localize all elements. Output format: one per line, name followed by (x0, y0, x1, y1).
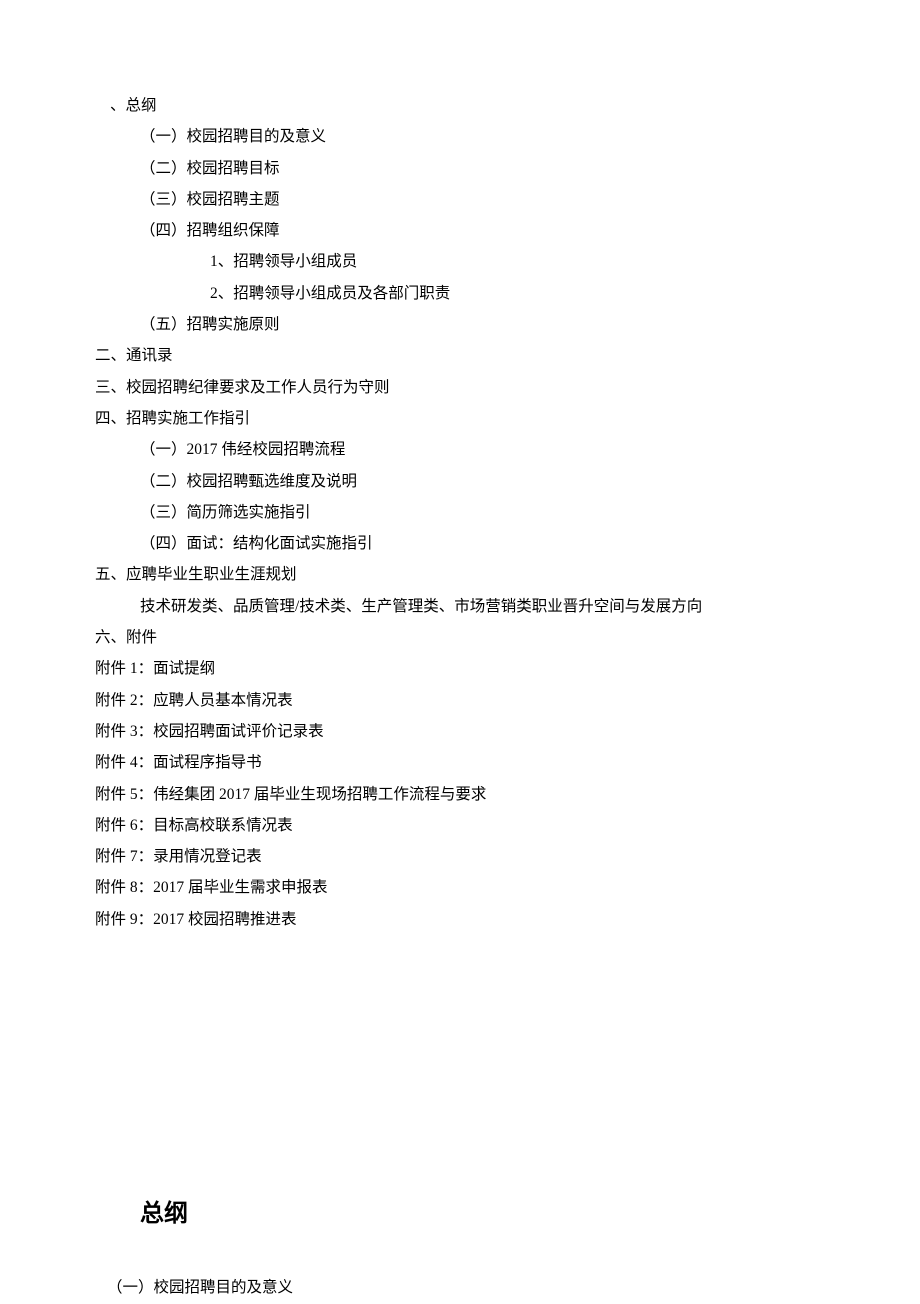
toc-item: （三）简历筛选实施指引 (140, 497, 825, 528)
toc-attachment: 附件 2：应聘人员基本情况表 (95, 685, 825, 716)
toc-section-3: 三、校园招聘纪律要求及工作人员行为守则 (95, 372, 825, 403)
toc-item: （三）校园招聘主题 (140, 184, 825, 215)
toc-item: （五）招聘实施原则 (140, 309, 825, 340)
toc-item: （一）2017 伟经校园招聘流程 (140, 434, 825, 465)
toc-attachment: 附件 4：面试程序指导书 (95, 747, 825, 778)
toc-attachment: 附件 7：录用情况登记表 (95, 841, 825, 872)
toc-item: （二）校园招聘甄选维度及说明 (140, 466, 825, 497)
toc-section-6: 六、附件 (95, 622, 825, 653)
toc-attachment: 附件 3：校园招聘面试评价记录表 (95, 716, 825, 747)
toc-section-5: 五、应聘毕业生职业生涯规划 (95, 559, 825, 590)
toc-item-desc: 技术研发类、品质管理/技术类、生产管理类、市场营销类职业晋升空间与发展方向 (140, 591, 825, 622)
toc-item: （四）招聘组织保障 (140, 215, 825, 246)
toc-attachment: 附件 6：目标高校联系情况表 (95, 810, 825, 841)
toc-item: （四）面试：结构化面试实施指引 (140, 528, 825, 559)
toc-subitem: 1、招聘领导小组成员 (210, 246, 825, 277)
section-title-zonggang: 总纲 (140, 1190, 825, 1238)
toc-subitem: 2、招聘领导小组成员及各部门职责 (210, 278, 825, 309)
toc-section-2: 二、通讯录 (95, 340, 825, 371)
toc-attachment: 附件 9：2017 校园招聘推进表 (95, 904, 825, 935)
toc-attachment: 附件 8：2017 届毕业生需求申报表 (95, 872, 825, 903)
toc-item: （二）校园招聘目标 (140, 153, 825, 184)
subsection-heading: （一）校园招聘目的及意义 (107, 1272, 825, 1303)
toc-attachment: 附件 1：面试提纲 (95, 653, 825, 684)
toc-section-4: 四、招聘实施工作指引 (95, 403, 825, 434)
page-spacer (95, 935, 825, 1189)
toc-section-1: 、总纲 (110, 90, 825, 121)
toc-attachment: 附件 5：伟经集团 2017 届毕业生现场招聘工作流程与要求 (95, 779, 825, 810)
toc-item: （一）校园招聘目的及意义 (140, 121, 825, 152)
